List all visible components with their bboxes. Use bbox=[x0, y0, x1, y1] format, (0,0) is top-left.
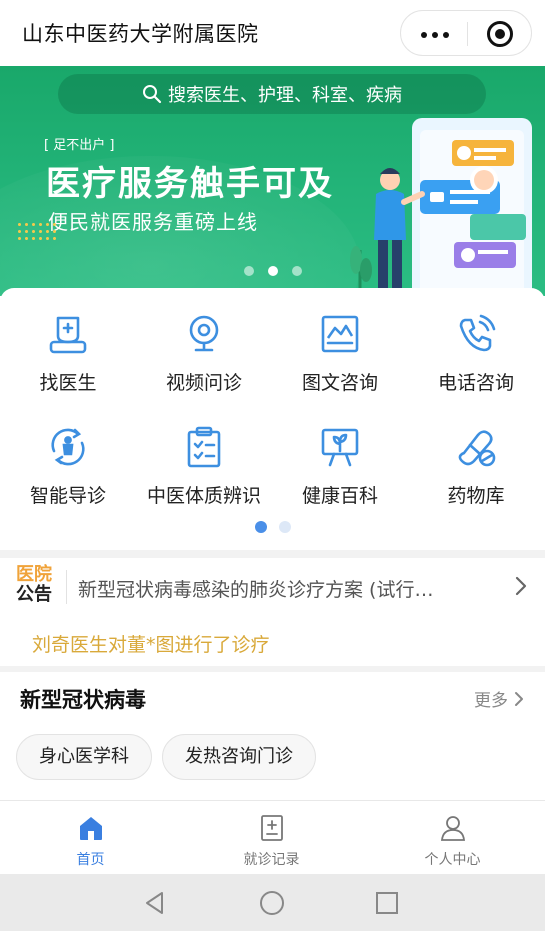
tab-label: 个人中心 bbox=[424, 852, 481, 868]
health-board-icon bbox=[321, 428, 359, 467]
tab-personal-center[interactable]: 个人中心 bbox=[362, 801, 543, 875]
banner-subline: 便民就医服务重磅上线 bbox=[48, 210, 258, 234]
bottom-tab-bar: 首页 就诊记录 个人中心 bbox=[0, 800, 545, 874]
decorative-dots bbox=[16, 221, 60, 241]
app-title: 山东中医药大学附属医院 bbox=[22, 22, 259, 46]
service-phone-consult[interactable]: 电话咨询 bbox=[408, 288, 544, 394]
back-icon[interactable] bbox=[140, 888, 170, 918]
consultation-ticker: 刘奇医生对董*图进行了诊疗 bbox=[0, 616, 545, 666]
home-circle-icon[interactable] bbox=[257, 888, 287, 918]
tab-visit-records[interactable]: 就诊记录 bbox=[181, 801, 362, 875]
clipboard-icon bbox=[187, 426, 221, 468]
banner-headline: 医疗服务触手可及 bbox=[46, 164, 334, 204]
search-placeholder: 搜索医生、护理、科室、疾病 bbox=[168, 85, 402, 106]
promo-banner[interactable]: 搜索医生、护理、科室、疾病 [ 足不出户 ] 医疗服务触手可及 便民就医服务重磅… bbox=[0, 66, 545, 296]
more-options-icon[interactable] bbox=[415, 20, 455, 48]
notice-badge-bottom: 公告 bbox=[16, 584, 52, 605]
service-label: 图文咨询 bbox=[301, 372, 378, 394]
doctor-icon bbox=[49, 316, 87, 354]
system-navigation-bar bbox=[0, 874, 545, 931]
video-camera-icon bbox=[189, 315, 219, 352]
capsule-divider bbox=[467, 22, 468, 46]
section-divider bbox=[0, 550, 545, 558]
user-icon bbox=[440, 816, 465, 841]
hospital-notice[interactable]: 医院 公告 新型冠状病毒感染的肺炎诊疗方案 (试行… bbox=[0, 558, 545, 616]
service-image-consult[interactable]: 图文咨询 bbox=[272, 288, 408, 394]
image-chat-icon bbox=[321, 315, 359, 353]
service-label: 中医体质辨识 bbox=[146, 485, 261, 507]
ticker-text: 刘奇医生对董*图进行了诊疗 bbox=[32, 634, 270, 656]
recent-apps-icon[interactable] bbox=[372, 888, 402, 918]
service-pagination bbox=[0, 521, 545, 533]
phone-icon bbox=[459, 314, 496, 352]
mini-program-header: 山东中医药大学附属医院 bbox=[0, 0, 545, 66]
home-icon bbox=[79, 817, 102, 840]
notice-badge: 医院 公告 bbox=[16, 565, 60, 605]
service-label: 健康百科 bbox=[301, 485, 378, 507]
section-title: 新型冠状病毒 bbox=[20, 688, 146, 712]
close-mini-program-icon[interactable] bbox=[487, 21, 513, 47]
service-grid: 找医生 视频问诊 图文咨询 电话咨询 智能导诊 中医体质辨识 健康百科 药物库 bbox=[0, 288, 545, 550]
service-find-doctor[interactable]: 找医生 bbox=[0, 288, 136, 394]
service-label: 视频问诊 bbox=[165, 372, 242, 394]
service-drug-library[interactable]: 药物库 bbox=[408, 401, 544, 507]
tab-label: 首页 bbox=[76, 852, 105, 868]
banner-dot[interactable] bbox=[243, 266, 254, 276]
banner-tag: [ 足不出户 ] bbox=[44, 138, 115, 153]
notice-text: 新型冠状病毒感染的肺炎诊疗方案 (试行… bbox=[78, 579, 434, 601]
tab-home[interactable]: 首页 bbox=[0, 801, 181, 875]
search-icon bbox=[143, 85, 162, 104]
service-label: 药物库 bbox=[447, 485, 505, 507]
chevron-right-icon bbox=[515, 691, 523, 706]
record-icon bbox=[260, 815, 283, 841]
tab-label: 就诊记录 bbox=[243, 852, 300, 868]
service-smart-guide[interactable]: 智能导诊 bbox=[0, 401, 136, 507]
smart-guide-icon bbox=[51, 428, 85, 466]
banner-dot-active[interactable] bbox=[267, 266, 278, 276]
service-label: 智能导诊 bbox=[29, 485, 106, 507]
service-label: 找医生 bbox=[39, 372, 97, 394]
more-link[interactable]: 更多 bbox=[474, 686, 526, 711]
chevron-right-icon[interactable] bbox=[510, 573, 532, 599]
service-tcm-constitution[interactable]: 中医体质辨识 bbox=[136, 401, 272, 507]
banner-dot[interactable] bbox=[291, 266, 302, 276]
notice-badge-top: 医院 bbox=[16, 564, 52, 585]
more-label: 更多 bbox=[474, 691, 508, 711]
menu-capsule bbox=[400, 10, 532, 56]
search-bar[interactable]: 搜索医生、护理、科室、疾病 bbox=[58, 74, 486, 114]
service-page-dot-active[interactable] bbox=[254, 521, 267, 533]
covid-section: 新型冠状病毒 更多 身心医学科 发热咨询门诊 bbox=[0, 672, 545, 802]
service-label: 电话咨询 bbox=[437, 372, 514, 394]
notice-divider bbox=[66, 570, 67, 604]
service-page-dot[interactable] bbox=[278, 521, 291, 533]
banner-pagination bbox=[0, 266, 545, 276]
service-video-consult[interactable]: 视频问诊 bbox=[136, 288, 272, 394]
department-chip[interactable]: 发热咨询门诊 bbox=[162, 734, 316, 780]
department-chip[interactable]: 身心医学科 bbox=[16, 734, 152, 780]
pill-icon bbox=[458, 430, 496, 467]
service-health-wiki[interactable]: 健康百科 bbox=[272, 401, 408, 507]
